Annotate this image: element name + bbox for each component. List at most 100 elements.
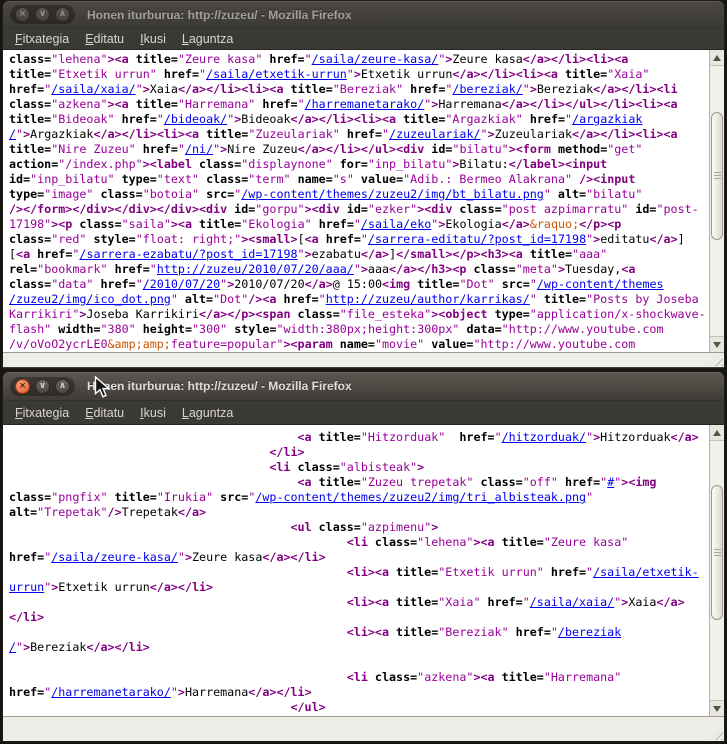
scrollbar[interactable] xyxy=(709,50,724,352)
source-token: class= xyxy=(375,535,417,549)
scrollbar-down-button[interactable] xyxy=(710,336,724,352)
source-link[interactable]: /saila/zeure-kasa/ xyxy=(312,52,439,66)
scrollbar-thumb[interactable] xyxy=(711,112,723,240)
source-link[interactable]: /bideoak/ xyxy=(164,112,227,126)
scrollbar-down-button[interactable] xyxy=(710,700,724,716)
source-link[interactable]: /saila/zeure-kasa/ xyxy=(51,550,178,564)
source-link[interactable]: /saila/etxetik- xyxy=(593,565,699,579)
scrollbar[interactable] xyxy=(709,425,724,716)
maximize-button[interactable]: ∧ xyxy=(55,379,70,394)
source-link[interactable]: /2010/07/20 xyxy=(143,277,220,291)
source-token: class= xyxy=(9,232,51,246)
source-token: " xyxy=(551,625,558,639)
source-token: " xyxy=(523,595,530,609)
menubar: FitxategiaEditatuIkusiLaguntza xyxy=(3,28,724,49)
source-token: href= xyxy=(143,142,178,156)
source-line: type="image" class="botoia" src="/wp-con… xyxy=(9,187,709,202)
source-token: ><small> xyxy=(241,232,297,246)
source-token: "image" xyxy=(44,187,100,201)
close-button[interactable]: × xyxy=(15,7,30,22)
source-token: flash" xyxy=(9,322,58,336)
source-token: </a></li><li xyxy=(593,82,677,96)
source-token: ><a xyxy=(473,535,501,549)
close-button[interactable]: × xyxy=(15,379,30,394)
source-link[interactable]: /sarrera-editatu/?post_id=17198 xyxy=(368,232,586,246)
source-token: class= xyxy=(459,202,501,216)
source-token: type= xyxy=(495,307,530,321)
source-line: <li class="azkena"><a title="Harremana" xyxy=(9,670,709,685)
source-token: href= xyxy=(551,565,586,579)
source-token: alt= xyxy=(9,505,37,519)
menu-item-editatu[interactable]: Editatu xyxy=(77,404,132,422)
source-link[interactable]: /zuzeulariak/ xyxy=(389,127,480,141)
source-token: "off" xyxy=(523,475,565,489)
titlebar[interactable]: × ∨ ∧ Honen iturburua: http://zuzeu/ - M… xyxy=(3,1,724,28)
source-token: name= xyxy=(298,172,333,186)
source-line: <li class="albisteak"> xyxy=(9,460,709,475)
resize-grip[interactable] xyxy=(710,353,723,366)
source-line: class="red" style="float: right;"><small… xyxy=(9,232,709,247)
menu-item-fitxategia[interactable]: Fitxategia xyxy=(7,404,77,422)
source-link[interactable]: http://zuzeu/2010/07/20/aaa/ xyxy=(157,262,354,276)
source-token xyxy=(9,535,347,549)
source-link[interactable]: /hitzorduak/ xyxy=(502,430,586,444)
source-token: alt= xyxy=(558,187,586,201)
source-line: /></form></div></div></div><div id="gorp… xyxy=(9,202,709,217)
scrollbar-up-button[interactable] xyxy=(710,50,724,66)
scrollbar-thumb[interactable] xyxy=(711,485,723,620)
source-token: "gorpu" xyxy=(255,202,304,216)
source-link[interactable]: http://zuzeu/author/karrikas/ xyxy=(326,292,530,306)
source-link[interactable]: /argazkiak xyxy=(572,112,642,126)
source-token: class= xyxy=(206,172,248,186)
source-token: href= xyxy=(9,685,44,699)
source-token: class= xyxy=(9,490,51,504)
window-title: Honen iturburua: http://zuzeu/ - Mozilla… xyxy=(87,379,352,393)
menu-item-fitxategia[interactable]: Fitxategia xyxy=(7,30,77,48)
source-token: Zeure kasa xyxy=(452,52,522,66)
source-token: "file_esteka" xyxy=(340,307,431,321)
source-token: > xyxy=(488,127,495,141)
source-token: Argazkiak xyxy=(30,127,93,141)
menubar: FitxategiaEditatuIkusiLaguntza xyxy=(3,400,724,424)
source-link[interactable]: /zuzeu2/img/ico_dot.png xyxy=(9,292,171,306)
source-token: for= xyxy=(340,157,368,171)
window-bottom[interactable]: × ∨ ∧ Honen iturburua: http://zuzeu/ - M… xyxy=(2,371,725,742)
titlebar[interactable]: × ∨ ∧ Honen iturburua: http://zuzeu/ - M… xyxy=(3,372,724,400)
source-link[interactable]: /wp-content/themes xyxy=(537,277,664,291)
source-link[interactable]: /saila/xaia/ xyxy=(530,595,614,609)
source-token: " xyxy=(523,82,530,96)
source-token: &raquo; xyxy=(530,217,579,231)
source-link[interactable]: /harremanetarako/ xyxy=(51,685,171,699)
source-link[interactable]: /wp-content/themes/zuzeu2/img/bt_bilatu.… xyxy=(241,187,544,201)
source-link[interactable]: /wp-content/themes/zuzeu2/img/tri_albist… xyxy=(255,490,586,504)
source-token xyxy=(9,475,298,489)
source-link[interactable]: /bereziak xyxy=(558,625,621,639)
minimize-button[interactable]: ∨ xyxy=(35,7,50,22)
source-token: class= xyxy=(298,307,340,321)
source-link[interactable]: / xyxy=(9,127,16,141)
source-link[interactable]: urrun xyxy=(9,580,44,594)
menu-item-laguntza[interactable]: Laguntza xyxy=(174,404,241,422)
source-line: <ul class="azpimenu"> xyxy=(9,520,709,535)
minimize-button[interactable]: ∨ xyxy=(35,379,50,394)
maximize-button[interactable]: ∧ xyxy=(55,7,70,22)
source-link[interactable]: /saila/etxetik-urrun xyxy=(206,67,347,81)
source-token: " xyxy=(171,292,185,306)
source-link[interactable]: /ni/ xyxy=(185,142,213,156)
scrollbar-up-button[interactable] xyxy=(710,425,724,441)
source-link[interactable]: /harremanetarako/ xyxy=(305,97,425,111)
source-token: "Bideoak" xyxy=(51,112,121,126)
source-link[interactable]: /saila/xaia/ xyxy=(51,82,135,96)
window-top[interactable]: × ∨ ∧ Honen iturburua: http://zuzeu/ - M… xyxy=(2,0,725,369)
source-link[interactable]: /saila/eko xyxy=(361,217,431,231)
source-token: "Bereziak" xyxy=(438,625,515,639)
resize-grip[interactable] xyxy=(710,727,723,740)
menu-item-ikusi[interactable]: Ikusi xyxy=(132,30,174,48)
menu-item-editatu[interactable]: Editatu xyxy=(77,30,132,48)
menu-item-ikusi[interactable]: Ikusi xyxy=(132,404,174,422)
source-link[interactable]: /bereziak/ xyxy=(452,82,522,96)
source-token: " xyxy=(178,550,185,564)
source-link[interactable]: / xyxy=(9,640,16,654)
menu-item-laguntza[interactable]: Laguntza xyxy=(174,30,241,48)
source-link[interactable]: /sarrera-ezabatu/?post_id=17198 xyxy=(79,247,297,261)
